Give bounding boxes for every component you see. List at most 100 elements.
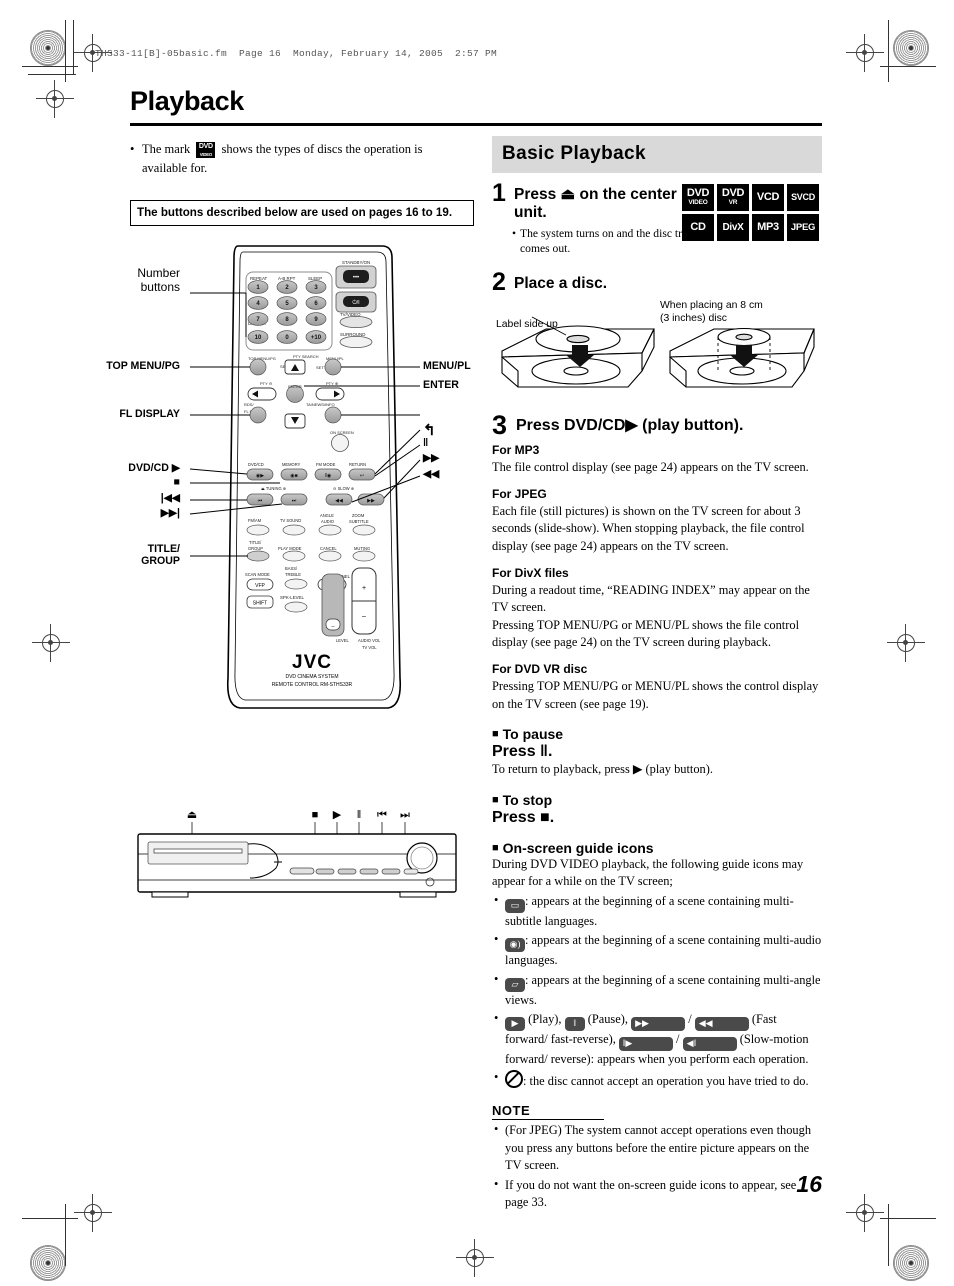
page-number: 16 [796,1171,822,1197]
callout-enter: ENTER [423,379,459,391]
disc-badge-svcd: SVCD [787,184,819,211]
svg-text:DVD/CD: DVD/CD [248,462,264,467]
svg-text:SHIFT: SHIFT [253,601,267,607]
bullet: • [130,142,135,156]
body-divx: During a readout time, “READING INDEX” m… [492,582,810,650]
guide-item-prohibited: : the disc cannot accept an operation yo… [492,1069,822,1090]
svg-text:SUBTITLE: SUBTITLE [349,519,369,524]
callout-stop: ■ [173,476,180,488]
pause-icon: ‖ [564,1017,585,1032]
remote-svg: REPEATA-B RPTSLEEP DIMMER STANDBY/ON TV … [189,245,421,709]
square-bullet-icon: ■ [492,841,499,854]
subhead-mp3: For MP3 [492,443,540,457]
unit-next-icon: ⏭ [400,809,410,821]
disc-badge-sub: VR [728,199,738,207]
svg-text:⏻/I: ⏻/I [352,299,359,306]
svg-text:+10: +10 [311,335,322,341]
disc-badge-main: SVCD [791,192,815,202]
tray-svg [501,316,815,388]
svg-text:TV SOUND: TV SOUND [280,518,301,523]
svg-text:ZOOM: ZOOM [352,513,365,518]
callout-number-buttons: Number buttons [137,266,180,294]
svg-text:TA/NEWS/INFO: TA/NEWS/INFO [306,402,335,407]
angle-icon: ▱ [505,977,525,992]
unit-stop-icon: ■ [312,809,319,821]
step-1-sub-text: The system turns on and the disc tray co… [520,226,693,256]
svg-text:+: + [362,585,366,592]
guide-item-subtitle: ▭: appears at the beginning of a scene c… [492,892,822,930]
unit-prev-icon: ⏮ [377,809,387,821]
step-1-number: 1 [492,179,506,207]
dvd-video-mark-sub: VIDEO [199,152,213,157]
disc-badge-main: DVD [686,187,710,200]
slash-1: / [688,1012,692,1027]
callout-menu-pl: MENU/PL [423,360,471,372]
disc-badge-main: MP3 [757,221,779,233]
manual-page: THS33-11[B]-05basic.fm Page 16 Monday, F… [0,0,954,1286]
svg-text:A-B RPT: A-B RPT [278,276,296,281]
title-rule [130,123,822,126]
step-3-number: 3 [492,410,508,441]
svg-text:RDS/: RDS/ [244,402,254,407]
step-1-sub: • The system turns on and the disc tray … [512,226,705,257]
section-heading: Basic Playback [492,136,822,173]
disc-mark-note: • The mark DVD VIDEO shows the types of … [130,140,470,179]
intro-text-before: The mark [142,142,191,156]
to-stop-label: To stop [502,791,553,808]
print-dot-mark-top-left [30,30,66,66]
subhead-divx: For DivX files [492,565,569,580]
svg-text:AUDIO: AUDIO [321,519,334,524]
step-1-heading: Press ⏏ on the center unit. [514,186,677,222]
prohibited-icon [505,1070,523,1089]
disc-badge-dvd-vr: DVD VR [717,184,749,211]
guide-item-text: : appears at the beginning of a scene co… [505,933,822,968]
guide-item-text: : appears at the beginning of a scene co… [505,894,794,929]
svg-text:PTY ⊖: PTY ⊖ [260,381,272,386]
disc-type-grid: DVD VIDEO DVD VR VCD SVCD CD DivX MP3 JP… [682,184,822,244]
disc-badge-main: VCD [756,191,780,203]
svg-text:FM/AM: FM/AM [248,518,262,523]
svg-text:SCAN MODE: SCAN MODE [245,572,270,577]
slow-forward-icon: ‖▶ [618,1037,673,1052]
fast-reverse-icon: ◀◀ [694,1017,749,1032]
to-pause-heading: ■ To pause [492,726,822,742]
svg-text:VFP: VFP [255,583,265,589]
step-3-heading: Press DVD/CD▶ (play button). [516,417,744,435]
svg-text:TV VOL: TV VOL [362,645,377,650]
svg-text:REPEAT: REPEAT [250,276,268,281]
to-stop-heading: ■ To stop [492,792,822,808]
disc-badge-main: DVD [721,187,745,200]
svg-text:ON SCREEN: ON SCREEN [330,430,354,435]
svg-text:STANDBY/ON: STANDBY/ON [342,260,370,265]
buttons-info-box: The buttons described below are used on … [130,200,474,226]
crop-line-v-bl [65,1204,66,1266]
slow2-label: reverse): appears when you perform each … [550,1052,809,1067]
registration-mark-bottom-left [74,1194,112,1232]
svg-text:◉■: ◉■ [290,473,297,479]
body-mp3: The file control display (see page 24) a… [492,460,809,475]
square-bullet-icon: ■ [492,793,499,806]
svg-text:REMOTE CONTROL RM-STHS33R: REMOTE CONTROL RM-STHS33R [272,682,353,688]
bullet: • [512,226,517,240]
callout-dvd-cd-play: DVD/CD ▶ [128,462,180,474]
play-icon: ▶ [505,1017,525,1032]
svg-text:PLAY MODE: PLAY MODE [278,546,302,551]
svg-text:TREBLE: TREBLE [285,572,301,577]
crop-line-v-right [888,20,889,82]
page-content: Playback • The mark DVD VIDEO shows the … [106,88,822,1209]
callout-top-menu-pg: TOP MENU/PG [106,360,180,372]
callout-fast-forward: ▶▶ [423,452,440,464]
step-1: 1 Press ⏏ on the center unit. • The syst… [492,181,822,257]
svg-text:MEMORY: MEMORY [282,462,301,467]
body-jpeg: Each file (still pictures) is shown on t… [492,503,805,553]
to-pause-label: To pause [502,726,564,743]
svg-text:10: 10 [255,335,262,341]
crop-line-v-br [888,1204,889,1266]
registration-mark-top-right [846,34,884,72]
crop-line-h-left [22,66,78,67]
press-stop: Press ■. [492,808,555,826]
note-item: If you do not want the on-screen guide i… [492,1176,822,1212]
callout-title-group: TITLE/ GROUP [141,543,180,567]
svg-text:‖◉: ‖◉ [325,473,332,479]
print-dot-mark-bottom-left [30,1245,66,1281]
